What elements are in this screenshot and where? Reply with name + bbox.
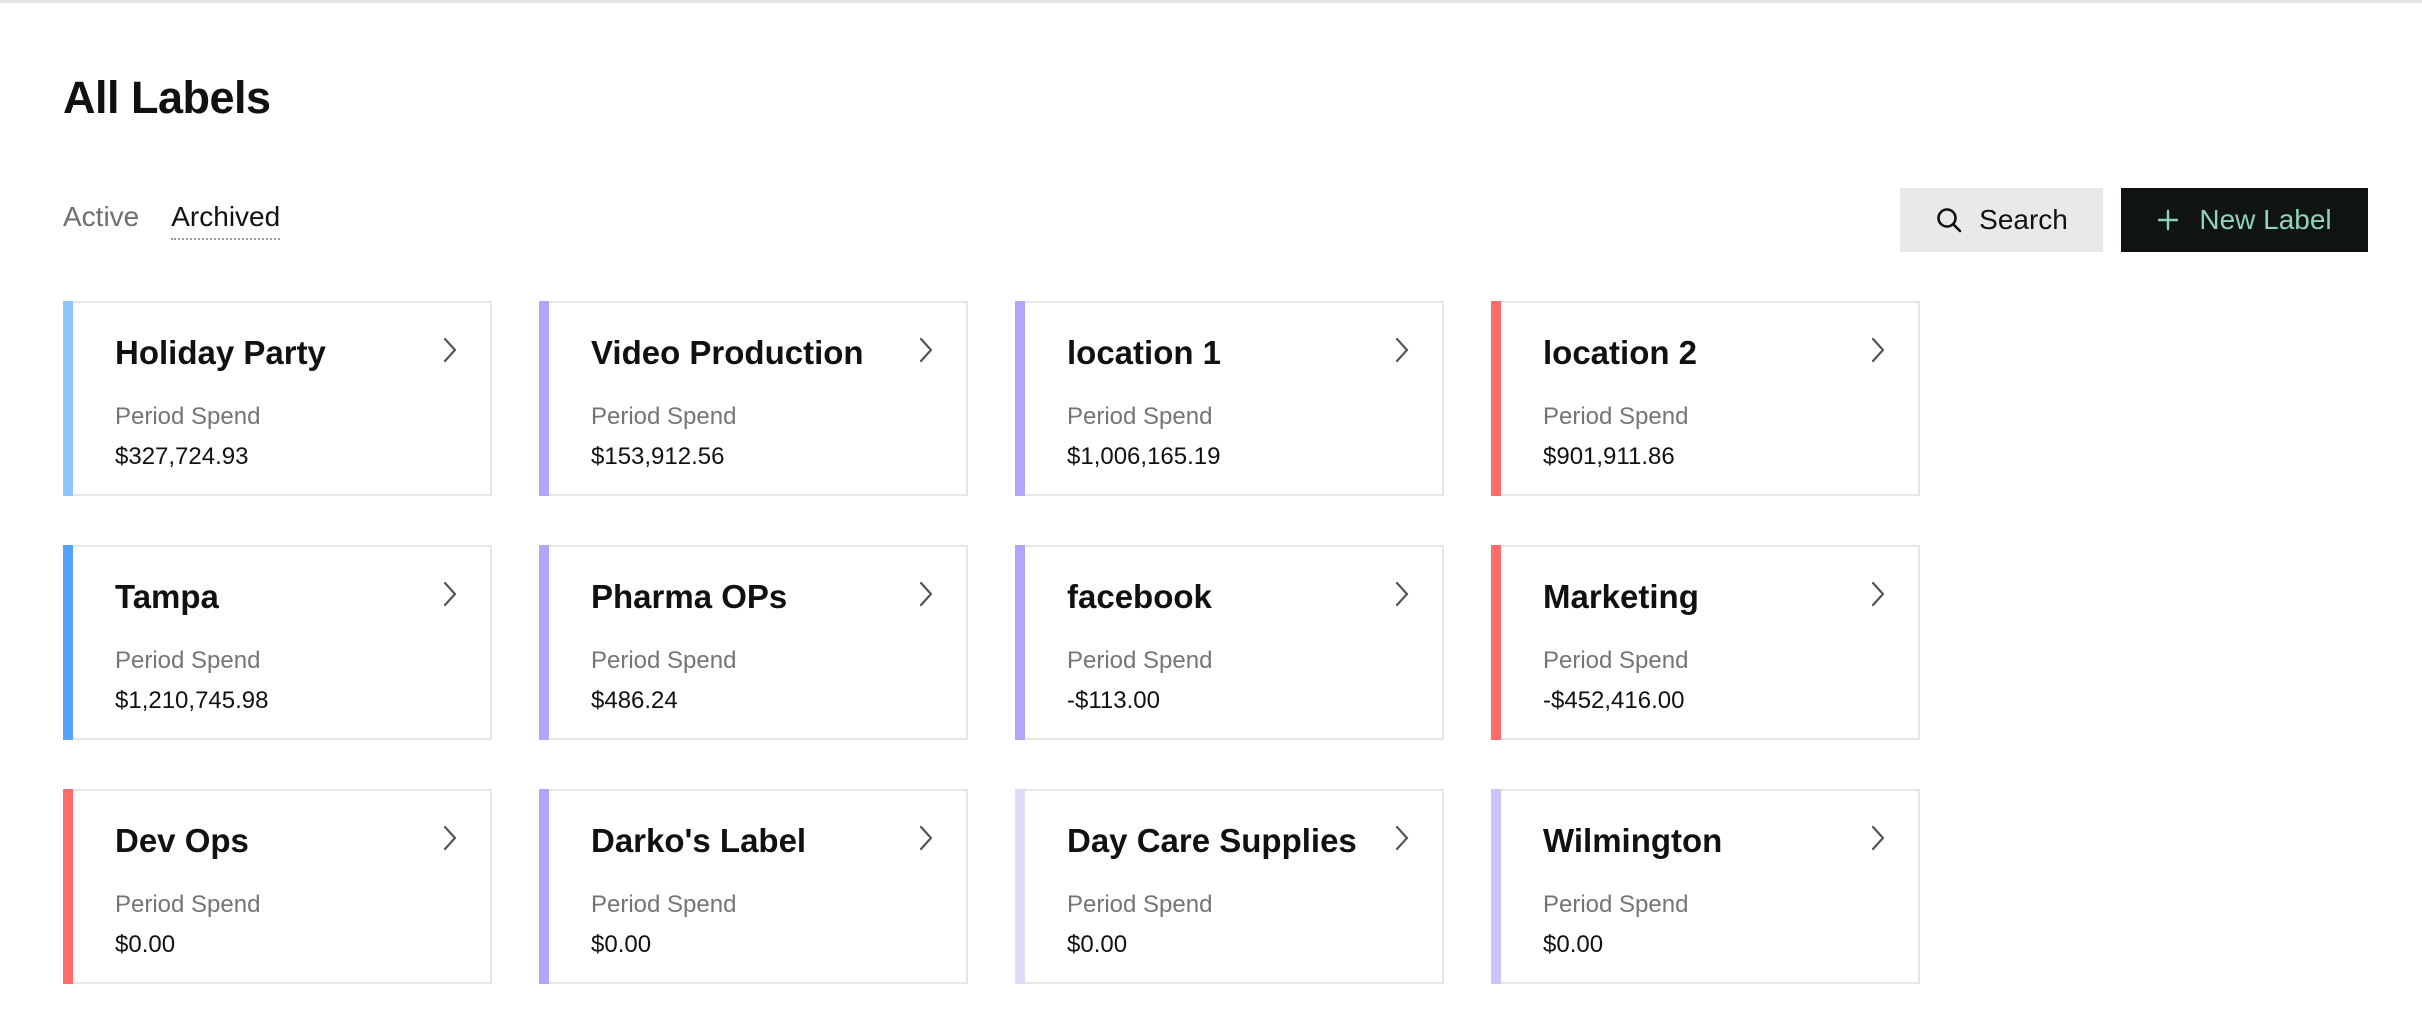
tab-archived[interactable]: Archived bbox=[171, 200, 281, 240]
label-color-bar bbox=[1491, 789, 1501, 984]
period-spend-label: Period Spend bbox=[115, 647, 261, 674]
chevron-right-icon bbox=[1395, 825, 1409, 851]
period-spend-label: Period Spend bbox=[1543, 647, 1689, 674]
period-spend-amount: $327,724.93 bbox=[115, 443, 249, 470]
top-divider bbox=[0, 0, 2422, 3]
label-color-bar bbox=[1015, 545, 1025, 740]
label-card-location-2[interactable]: location 2 Period Spend $901,911.86 bbox=[1491, 301, 1920, 496]
chevron-right-icon bbox=[1395, 581, 1409, 607]
period-spend-amount: -$452,416.00 bbox=[1543, 687, 1685, 714]
label-color-bar bbox=[1491, 301, 1501, 496]
label-name: Dev Ops bbox=[115, 822, 249, 859]
period-spend-amount: $901,911.86 bbox=[1543, 443, 1675, 470]
period-spend-amount: $486.24 bbox=[591, 687, 678, 714]
label-status-tabs: Active Archived bbox=[63, 200, 281, 240]
label-name: Holiday Party bbox=[115, 334, 326, 371]
period-spend-amount: $0.00 bbox=[1067, 931, 1128, 958]
period-spend-amount: -$113.00 bbox=[1067, 687, 1160, 714]
plus-icon bbox=[2157, 209, 2179, 231]
label-name: location 1 bbox=[1067, 334, 1222, 371]
chevron-right-icon bbox=[1871, 337, 1885, 363]
label-name: Wilmington bbox=[1543, 822, 1723, 859]
label-card-wilmington[interactable]: Wilmington Period Spend $0.00 bbox=[1491, 789, 1920, 984]
new-label-button-label: New Label bbox=[2199, 204, 2332, 235]
label-color-bar bbox=[1491, 545, 1501, 740]
period-spend-label: Period Spend bbox=[591, 403, 737, 430]
search-button-label: Search bbox=[1979, 204, 2068, 235]
period-spend-label: Period Spend bbox=[1067, 647, 1213, 674]
period-spend-label: Period Spend bbox=[115, 891, 261, 918]
chevron-right-icon bbox=[443, 581, 457, 607]
period-spend-label: Period Spend bbox=[1067, 891, 1213, 918]
label-card-darkos-label[interactable]: Darko's Label Period Spend $0.00 bbox=[539, 789, 968, 984]
label-card-holiday-party[interactable]: Holiday Party Period Spend $327,724.93 bbox=[63, 301, 492, 496]
new-label-button[interactable]: New Label bbox=[2121, 188, 2368, 252]
label-color-bar bbox=[539, 789, 549, 984]
chevron-right-icon bbox=[919, 825, 933, 851]
label-color-bar bbox=[539, 545, 549, 740]
chevron-right-icon bbox=[919, 337, 933, 363]
label-card-video-production[interactable]: Video Production Period Spend $153,912.5… bbox=[539, 301, 968, 496]
period-spend-label: Period Spend bbox=[591, 891, 737, 918]
label-card-location-1[interactable]: location 1 Period Spend $1,006,165.19 bbox=[1015, 301, 1444, 496]
page-title: All Labels bbox=[63, 72, 271, 123]
label-card-grid: Holiday Party Period Spend $327,724.93 V… bbox=[63, 301, 1920, 984]
chevron-right-icon bbox=[919, 581, 933, 607]
period-spend-label: Period Spend bbox=[115, 403, 261, 430]
period-spend-amount: $0.00 bbox=[591, 931, 652, 958]
label-name: Marketing bbox=[1543, 578, 1699, 615]
search-button[interactable]: Search bbox=[1900, 188, 2103, 252]
label-card-marketing[interactable]: Marketing Period Spend -$452,416.00 bbox=[1491, 545, 1920, 740]
tab-active[interactable]: Active bbox=[63, 200, 139, 238]
label-card-facebook[interactable]: facebook Period Spend -$113.00 bbox=[1015, 545, 1444, 740]
chevron-right-icon bbox=[443, 825, 457, 851]
label-name: Darko's Label bbox=[591, 822, 807, 859]
label-color-bar bbox=[1015, 789, 1025, 984]
label-color-bar bbox=[1015, 301, 1025, 496]
period-spend-label: Period Spend bbox=[1543, 891, 1689, 918]
label-card-dev-ops[interactable]: Dev Ops Period Spend $0.00 bbox=[63, 789, 492, 984]
label-name: Video Production bbox=[591, 334, 864, 371]
label-name: Pharma OPs bbox=[591, 578, 788, 615]
label-card-tampa[interactable]: Tampa Period Spend $1,210,745.98 bbox=[63, 545, 492, 740]
period-spend-amount: $153,912.56 bbox=[591, 443, 725, 470]
chevron-right-icon bbox=[1395, 337, 1409, 363]
period-spend-label: Period Spend bbox=[1543, 403, 1689, 430]
chevron-right-icon bbox=[1871, 581, 1885, 607]
period-spend-amount: $1,210,745.98 bbox=[115, 687, 269, 714]
search-icon bbox=[1935, 206, 1963, 234]
label-color-bar bbox=[539, 301, 549, 496]
chevron-right-icon bbox=[1871, 825, 1885, 851]
label-name: Tampa bbox=[115, 578, 219, 615]
label-color-bar bbox=[63, 789, 73, 984]
period-spend-amount: $0.00 bbox=[115, 931, 176, 958]
label-color-bar bbox=[63, 301, 73, 496]
label-name: facebook bbox=[1067, 578, 1212, 615]
label-name: Day Care Supplies bbox=[1067, 822, 1357, 859]
label-card-pharma-ops[interactable]: Pharma OPs Period Spend $486.24 bbox=[539, 545, 968, 740]
chevron-right-icon bbox=[443, 337, 457, 363]
period-spend-label: Period Spend bbox=[1067, 403, 1213, 430]
period-spend-label: Period Spend bbox=[591, 647, 737, 674]
label-color-bar bbox=[63, 545, 73, 740]
period-spend-amount: $0.00 bbox=[1543, 931, 1604, 958]
label-name: location 2 bbox=[1543, 334, 1698, 371]
period-spend-amount: $1,006,165.19 bbox=[1067, 443, 1221, 470]
label-card-day-care-supplies[interactable]: Day Care Supplies Period Spend $0.00 bbox=[1015, 789, 1444, 984]
